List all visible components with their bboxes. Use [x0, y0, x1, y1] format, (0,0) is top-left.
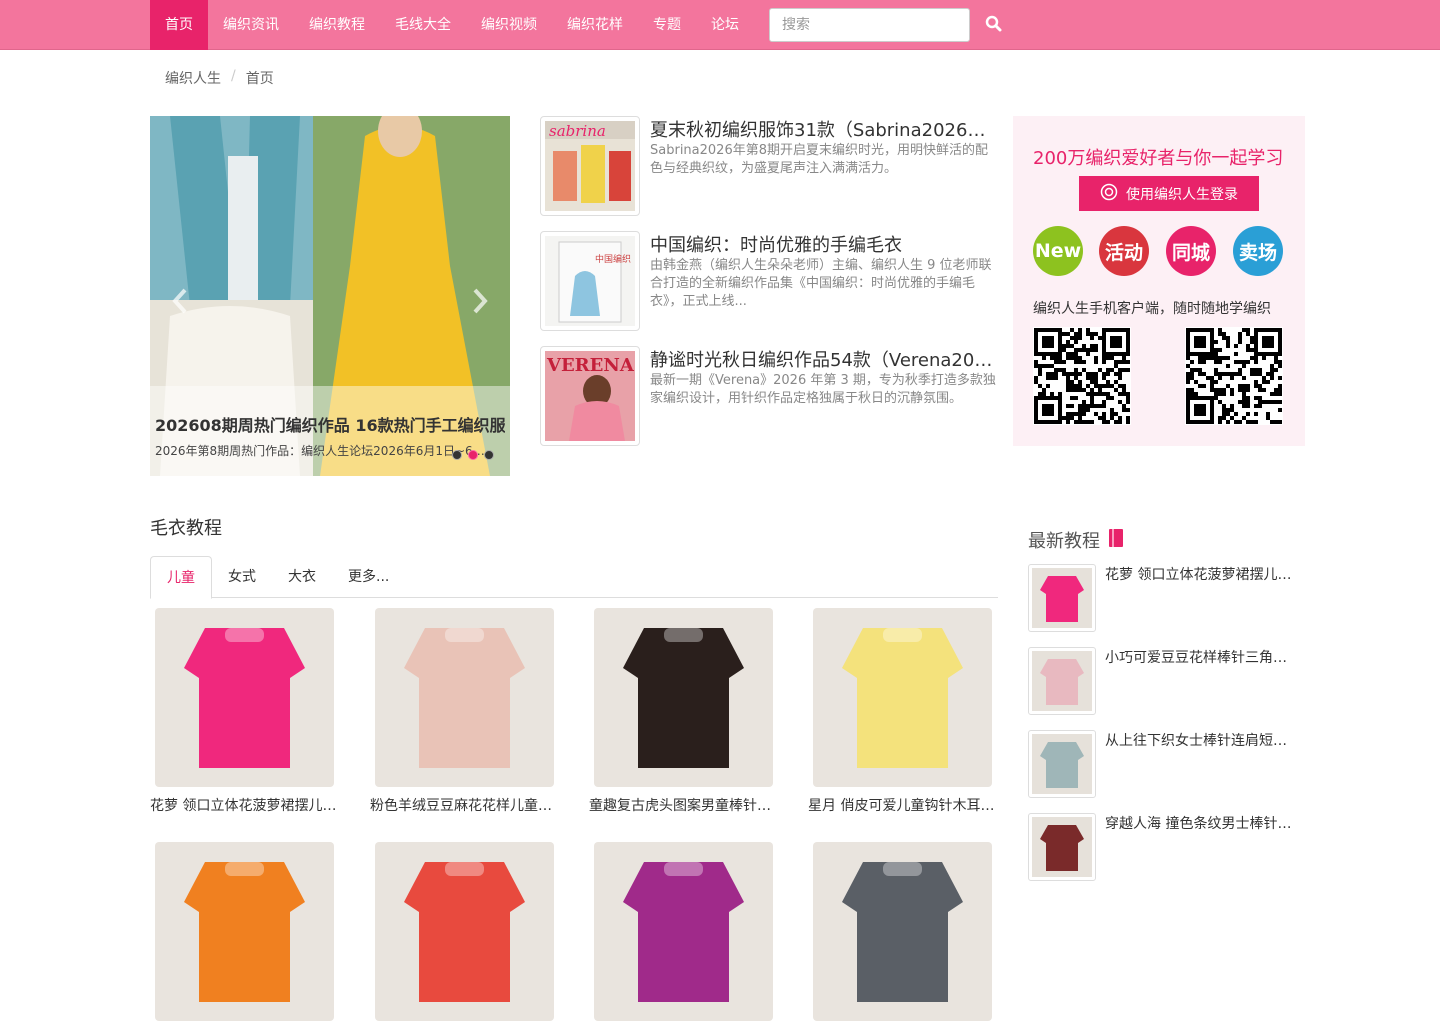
article-description: Sabrina2026年第8期开启夏末编织时光，用明快鲜活的配色与经典织纹，为盛…	[650, 143, 988, 176]
latest-tutorial-title[interactable]: 穿越人海 撞色条纹男士棒针毛衣	[1105, 813, 1295, 833]
local-badge[interactable]: 同城	[1166, 226, 1216, 276]
nav-topics[interactable]: 专题	[638, 0, 696, 50]
carousel-prev-arrow[interactable]	[168, 286, 192, 316]
android-qr-code	[1033, 327, 1131, 425]
latest-tutorial-thumbnail[interactable]	[1028, 730, 1096, 798]
tab-children[interactable]: 儿童	[150, 556, 212, 599]
latest-tutorials-heading: 最新教程	[1028, 527, 1124, 553]
article-thumbnail[interactable]: 中国编织	[540, 231, 640, 331]
book-icon	[1108, 528, 1124, 552]
promo-title: 200万编织爱好者与你一起学习	[1033, 148, 1284, 169]
latest-tutorial-item[interactable]: 穿越人海 撞色条纹男士棒针毛衣	[1028, 813, 1298, 883]
latest-tutorial-title[interactable]: 花萝 领口立体花菠萝裙摆儿童钩针连衣裙	[1105, 564, 1295, 584]
app-download-text: 编织人生手机客户端，随时随地学编织	[1033, 301, 1271, 317]
latest-tutorial-thumbnail[interactable]	[1028, 564, 1096, 632]
article-thumb-title: sabrina	[549, 122, 606, 140]
featured-carousel[interactable]: 202608期周热门编织作品 16款热门手工编织服饰 2026年第8期周热门作品…	[150, 116, 510, 476]
login-button[interactable]: 使用编织人生登录	[1079, 176, 1259, 211]
carousel-next-arrow[interactable]	[468, 286, 492, 316]
tutorial-card-image[interactable]	[594, 842, 773, 1021]
tutorial-card-image[interactable]	[155, 608, 334, 787]
tutorial-card-image[interactable]	[375, 608, 554, 787]
nav-videos[interactable]: 编织视频	[466, 0, 552, 50]
article-item: VERENA 静谧时光秋日编织作品54款（Verena202... 最新一期《V…	[540, 346, 1000, 446]
carousel-dot-active[interactable]	[468, 450, 478, 460]
tutorial-card-title[interactable]: 星月 俏皮可爱儿童钩针木耳边吊带背心	[808, 795, 998, 815]
category-tabs: 儿童 女式 大衣 更多...	[150, 556, 998, 599]
breadcrumb: 编织人生 / 首页	[165, 68, 274, 88]
nav-forum[interactable]: 论坛	[696, 0, 754, 50]
main-nav: 首页 编织资讯 编织教程 毛线大全 编织视频 编织花样 专题 论坛	[150, 0, 754, 50]
tutorial-card-title[interactable]: 童趣复古虎头图案男童棒针套头毛衣	[589, 795, 779, 815]
nav-news[interactable]: 编织资讯	[208, 0, 294, 50]
article-title[interactable]: 夏末秋初编织服饰31款（Sabrina2026年...	[650, 116, 995, 142]
tab-coats[interactable]: 大衣	[272, 556, 332, 598]
search-input[interactable]	[769, 8, 970, 42]
nav-tutorials[interactable]: 编织教程	[294, 0, 380, 50]
tab-more[interactable]: 更多...	[332, 556, 405, 598]
breadcrumb-separator: /	[231, 68, 236, 84]
tutorial-card-image[interactable]	[813, 842, 992, 1021]
article-thumb-title: VERENA	[546, 355, 635, 376]
article-item: 中国编织 中国编织：时尚优雅的手编毛衣 由韩金燕（编织人生朵朵老师）主编、编织人…	[540, 231, 1000, 331]
article-thumbnail[interactable]: VERENA	[540, 346, 640, 446]
tab-women[interactable]: 女式	[212, 556, 272, 598]
ios-qr-code	[1185, 327, 1283, 425]
breadcrumb-home-link[interactable]: 编织人生	[165, 68, 221, 88]
latest-tutorial-title[interactable]: 小巧可爱豆豆花样棒针三角披肩	[1105, 647, 1295, 667]
tutorial-card-image[interactable]	[594, 608, 773, 787]
nav-yarns[interactable]: 毛线大全	[380, 0, 466, 50]
article-thumb-title: 中国编织	[595, 253, 631, 265]
latest-tutorial-title[interactable]: 从上往下织女士棒针连肩短袖衫	[1105, 730, 1295, 750]
tutorial-card-title[interactable]: 花萝 领口立体花菠萝裙摆儿童钩针连衣裙	[150, 795, 340, 815]
carousel-dot[interactable]	[484, 450, 494, 460]
article-description: 最新一期《Verena》2026 年第 3 期，专为秋季打造多款独家编织设计，用…	[650, 373, 996, 406]
app-promo-panel: 200万编织爱好者与你一起学习 使用编织人生登录 New 活动 同城 卖场 编织…	[1013, 116, 1305, 446]
article-title[interactable]: 静谧时光秋日编织作品54款（Verena202...	[650, 346, 995, 372]
carousel-dot[interactable]	[452, 450, 462, 460]
nav-patterns[interactable]: 编织花样	[552, 0, 638, 50]
login-button-label: 使用编织人生登录	[1126, 186, 1238, 203]
new-badge[interactable]: New	[1033, 226, 1083, 276]
tutorial-card-title[interactable]: 粉色羊绒豆豆麻花花样儿童棒针开衫	[370, 795, 560, 815]
section-title: 毛衣教程	[150, 518, 222, 539]
spiral-logo-icon	[1100, 183, 1118, 205]
latest-tutorial-thumbnail[interactable]	[1028, 813, 1096, 881]
article-title[interactable]: 中国编织：时尚优雅的手编毛衣	[650, 231, 995, 257]
article-thumbnail[interactable]: sabrina	[540, 116, 640, 216]
nav-home[interactable]: 首页	[150, 0, 208, 50]
article-description: 由韩金燕（编织人生朵朵老师）主编、编织人生 9 位老师联合打造的全新编织作品集《…	[650, 258, 992, 309]
latest-tutorial-item[interactable]: 小巧可爱豆豆花样棒针三角披肩	[1028, 647, 1298, 717]
search-icon[interactable]	[980, 10, 1008, 38]
article-item: sabrina 夏末秋初编织服饰31款（Sabrina2026年... Sabr…	[540, 116, 1000, 216]
activity-badge[interactable]: 活动	[1099, 226, 1149, 276]
tutorial-card-image[interactable]	[155, 842, 334, 1021]
latest-tutorials-title: 最新教程	[1028, 531, 1100, 552]
tutorial-card-image[interactable]	[813, 608, 992, 787]
top-navbar: 首页 编织资讯 编织教程 毛线大全 编织视频 编织花样 专题 论坛	[0, 0, 1440, 50]
carousel-indicators	[452, 450, 494, 460]
latest-tutorial-item[interactable]: 花萝 领口立体花菠萝裙摆儿童钩针连衣裙	[1028, 564, 1298, 634]
latest-tutorial-item[interactable]: 从上往下织女士棒针连肩短袖衫	[1028, 730, 1298, 800]
carousel-description: 2026年第8期周热门作品：编织人生论坛2026年6月1日~6月30...	[155, 444, 495, 458]
breadcrumb-current: 首页	[245, 71, 274, 87]
market-badge[interactable]: 卖场	[1233, 226, 1283, 276]
latest-tutorial-thumbnail[interactable]	[1028, 647, 1096, 715]
tutorial-card-image[interactable]	[375, 842, 554, 1021]
carousel-title[interactable]: 202608期周热门编织作品 16款热门手工编织服饰	[155, 412, 505, 436]
